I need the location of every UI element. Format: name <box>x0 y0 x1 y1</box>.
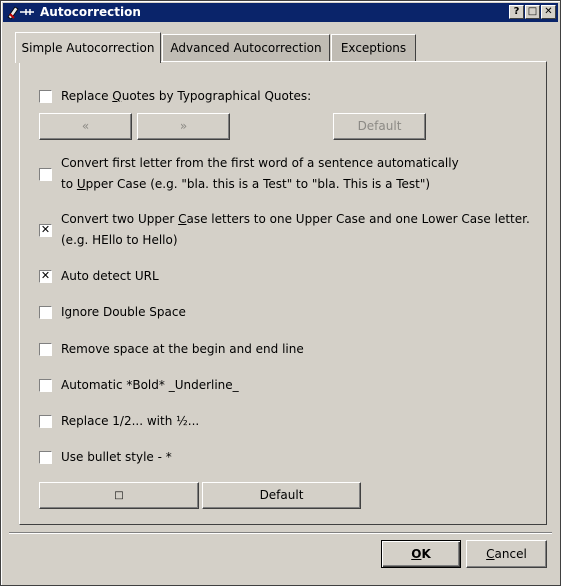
tab-label: Exceptions <box>340 41 407 55</box>
ok-button[interactable]: OK <box>381 540 461 568</box>
close-button[interactable]: ✕ <box>541 5 556 19</box>
kword-app-icon <box>7 6 34 20</box>
simple-autocorrection-panel <box>19 61 547 525</box>
tab-advanced-autocorrection[interactable]: Advanced Autocorrection <box>162 34 330 61</box>
footer-divider <box>9 532 552 534</box>
maximize-button[interactable]: □ <box>525 5 540 19</box>
tab-simple-autocorrection[interactable]: Simple Autocorrection <box>15 32 161 63</box>
title-bar[interactable]: Autocorrection ? □ ✕ <box>3 3 558 22</box>
window-title: Autocorrection <box>40 5 141 19</box>
tab-exceptions[interactable]: Exceptions <box>331 34 416 61</box>
tab-label: Simple Autocorrection <box>21 41 155 55</box>
cancel-button[interactable]: Cancel <box>466 540 547 568</box>
help-button[interactable]: ? <box>509 5 524 19</box>
tab-label: Advanced Autocorrection <box>170 41 322 55</box>
autocorrection-dialog: Autocorrection ? □ ✕ Simple Autocorrecti… <box>0 0 561 586</box>
